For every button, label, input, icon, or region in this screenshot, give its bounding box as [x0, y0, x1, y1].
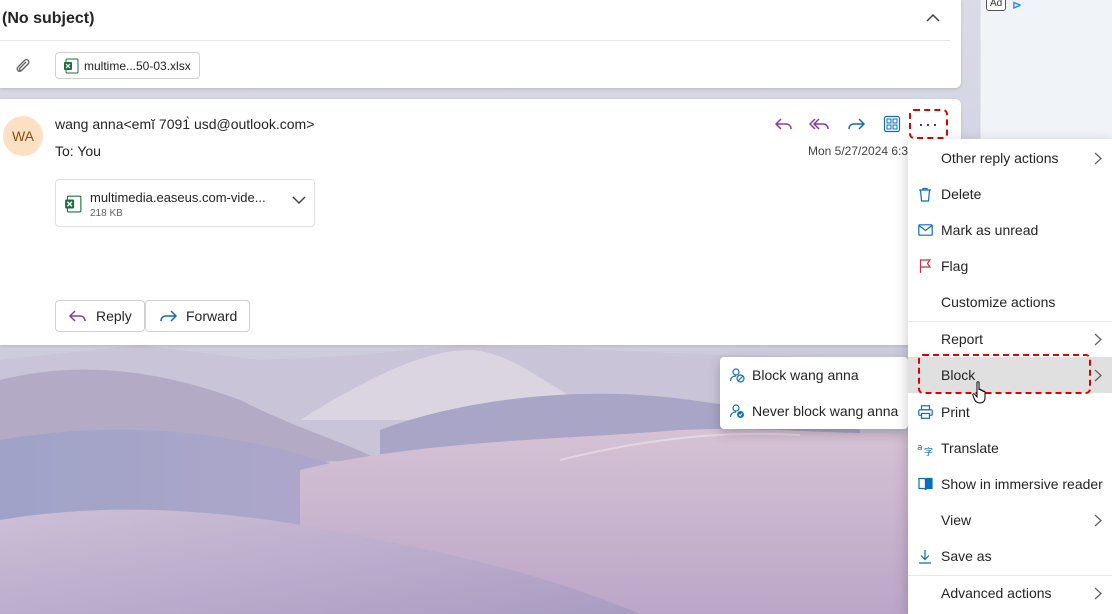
message-date: Mon 5/27/2024 6:3	[808, 144, 908, 158]
chevron-down-icon[interactable]	[292, 196, 306, 205]
never-block-sender-item[interactable]: Never block wang anna	[720, 393, 908, 429]
menu-item-customize-actions[interactable]: Customize actions	[908, 284, 1112, 320]
menu-item-view[interactable]: View	[908, 502, 1112, 538]
reply-button[interactable]: Reply	[55, 300, 145, 332]
menu-item-immersive-reader[interactable]: Show in immersive reader	[908, 466, 1112, 502]
message-actions	[770, 113, 906, 135]
hand-pointer-icon	[972, 381, 986, 404]
file-attachment-card[interactable]: multimedia.easeus.com-vide... 218 KB	[55, 179, 315, 227]
file-size: 218 KB	[90, 208, 123, 219]
menu-item-label: Customize actions	[941, 294, 1056, 310]
menu-item-advanced-actions[interactable]: Advanced actions	[908, 575, 1112, 611]
ad-badge: Ad	[986, 0, 1007, 11]
menu-item-block[interactable]: Block	[908, 357, 1112, 393]
chevron-up-icon	[926, 13, 940, 22]
excel-icon	[65, 195, 82, 213]
menu-item-translate[interactable]: a字 Translate	[908, 430, 1112, 466]
menu-item-flag[interactable]: Flag	[908, 248, 1112, 284]
file-name: multimedia.easeus.com-vide...	[90, 190, 266, 205]
forward-button[interactable]: Forward	[145, 300, 251, 332]
subject-title: (No subject)	[2, 10, 95, 27]
reader-icon	[917, 477, 933, 491]
divider	[0, 40, 950, 41]
chevron-right-icon	[1094, 152, 1102, 165]
menu-item-label: Mark as unread	[941, 222, 1039, 238]
forward-icon	[160, 310, 178, 322]
chevron-right-icon	[1094, 333, 1102, 346]
excel-icon	[64, 58, 79, 73]
menu-item-label: View	[941, 512, 972, 528]
message-card: WA wang anna<emĭ 7091̀ usd@outlook.com>…	[0, 99, 961, 345]
menu-item-delete[interactable]: Delete	[908, 176, 1112, 212]
block-person-icon	[729, 368, 745, 383]
envelope-icon	[917, 224, 933, 236]
reply-button-label: Reply	[96, 308, 132, 324]
forward-icon	[848, 118, 866, 130]
menu-item-mark-unread[interactable]: Mark as unread	[908, 212, 1112, 248]
sender-address[interactable]: wang anna<emĭ 7091̀ usd@outlook.com>	[55, 116, 314, 132]
flag-icon	[919, 258, 931, 273]
trash-icon	[919, 187, 931, 202]
avatar[interactable]: WA	[3, 116, 43, 156]
chevron-right-icon	[1094, 587, 1102, 600]
reply-all-action-button[interactable]	[806, 113, 834, 135]
attachment-chip[interactable]: multime...50-03.xlsx	[55, 52, 200, 79]
forward-action-button[interactable]	[842, 113, 870, 135]
download-icon	[919, 549, 931, 564]
svg-text:a: a	[917, 443, 923, 453]
reply-icon	[68, 310, 86, 322]
menu-item-label: Save as	[941, 548, 992, 564]
more-actions-button[interactable]: ···	[909, 109, 948, 139]
chevron-right-icon	[1094, 514, 1102, 527]
forward-button-label: Forward	[186, 308, 238, 324]
reply-action-button[interactable]	[770, 113, 798, 135]
menu-item-print[interactable]: Print	[908, 394, 1112, 430]
menu-item-label: Report	[941, 331, 984, 347]
subject-card: (No subject) multime...50-03.xlsx	[0, 0, 961, 88]
menu-item-save-as[interactable]: Save as	[908, 538, 1112, 574]
svg-text:字: 字	[924, 446, 933, 456]
menu-item-label: Advanced actions	[941, 585, 1052, 601]
reply-icon	[774, 118, 792, 130]
menu-item-label: Block	[941, 367, 976, 383]
allow-person-icon	[729, 404, 744, 418]
to-label: To:	[55, 143, 74, 159]
printer-icon	[917, 405, 933, 419]
to-value[interactable]: You	[77, 143, 101, 159]
block-sender-label: Block wang anna	[752, 367, 859, 383]
menu-item-label: Translate	[941, 440, 999, 456]
attachment-chip-label: multime...50-03.xlsx	[84, 58, 191, 73]
reply-all-icon	[809, 118, 829, 130]
collapse-button[interactable]	[922, 6, 944, 28]
block-submenu: Block wang anna Never block wang anna	[720, 357, 908, 429]
paperclip-icon	[16, 59, 30, 72]
menu-item-label: Delete	[941, 186, 982, 202]
block-sender-item[interactable]: Block wang anna	[720, 357, 908, 393]
recipient-line: To: You	[55, 143, 101, 159]
ad-choices-icon[interactable]: ⊳	[1012, 0, 1022, 12]
menu-item-other-reply-actions[interactable]: Other reply actions	[908, 140, 1112, 176]
apps-grid-icon	[883, 115, 901, 133]
chevron-right-icon	[1094, 369, 1102, 382]
menu-item-report[interactable]: Report	[908, 321, 1112, 357]
never-block-sender-label: Never block wang anna	[752, 403, 899, 419]
menu-item-label: Other reply actions	[941, 150, 1059, 166]
menu-item-label: Print	[941, 404, 970, 420]
more-actions-menu: Other reply actions Delete Mark as unrea…	[908, 139, 1112, 614]
menu-item-label: Show in immersive reader	[941, 476, 1103, 492]
menu-item-label: Flag	[941, 258, 969, 274]
apps-action-button[interactable]	[878, 113, 906, 135]
translate-icon: a字	[917, 443, 933, 456]
